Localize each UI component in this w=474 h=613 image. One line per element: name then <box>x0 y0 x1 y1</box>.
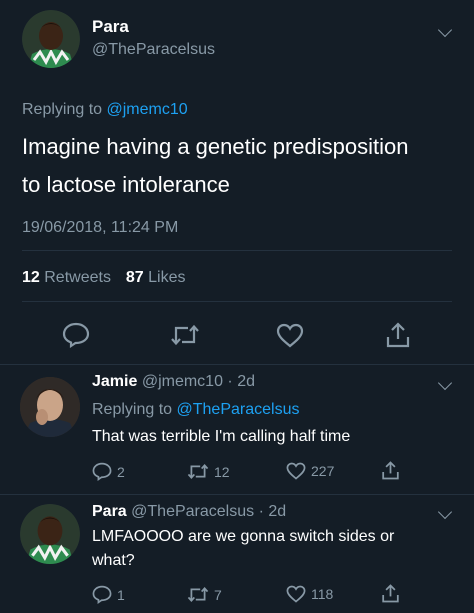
like-icon <box>276 323 304 348</box>
divider <box>22 301 452 302</box>
share-icon <box>386 322 410 348</box>
reply2-text-line-2: what? <box>92 552 135 569</box>
reply1-retweet-count: 12 <box>214 463 230 480</box>
retweet-icon <box>187 586 209 603</box>
reply2-retweet-button[interactable]: 7 <box>187 586 222 603</box>
reply2-reply-button[interactable]: 1 <box>92 585 125 604</box>
likes-label[interactable]: Likes <box>148 269 185 286</box>
reply1-like-count: 227 <box>311 463 335 479</box>
reply2-text-line-1: LMFAOOOO are we gonna switch sides or <box>92 528 395 545</box>
replying-to-handle[interactable]: @jmemc10 <box>107 101 188 118</box>
reply2-like-count: 118 <box>311 586 334 602</box>
share-icon <box>382 584 399 603</box>
chevron-down-icon[interactable] <box>437 375 453 391</box>
retweets-count[interactable]: 12 <box>22 269 40 286</box>
replying-to-label: Replying to <box>22 101 103 118</box>
divider <box>0 494 474 495</box>
share-icon <box>382 461 399 480</box>
replying-to-handle[interactable]: @TheParacelsus <box>177 401 300 418</box>
avatar-para[interactable] <box>20 504 80 564</box>
retweets-label[interactable]: Retweets <box>44 269 111 286</box>
share-button[interactable] <box>385 321 411 354</box>
reply-button[interactable] <box>62 322 90 353</box>
reply1-text: That was terrible I'm calling half time <box>92 428 351 445</box>
replying-to-label: Replying to <box>92 401 173 418</box>
replying-to: Replying to @jmemc10 <box>22 101 188 119</box>
reply1-replying-to: Replying to @TheParacelsus <box>92 401 299 419</box>
like-icon <box>286 462 306 480</box>
avatar-para[interactable] <box>22 10 80 68</box>
reply1-reply-button[interactable]: 2 <box>92 462 125 481</box>
likes-count[interactable]: 87 <box>126 269 144 286</box>
reply-icon <box>92 585 112 604</box>
reply2-retweet-count: 7 <box>214 586 222 603</box>
chevron-down-icon[interactable] <box>437 504 453 520</box>
retweet-icon <box>187 463 209 480</box>
like-button[interactable] <box>276 323 304 353</box>
avatar-image <box>20 377 80 437</box>
reply2-like-button[interactable]: 118 <box>286 585 333 603</box>
reply1-retweet-button[interactable]: 12 <box>187 463 230 480</box>
reply1-like-button[interactable]: 227 <box>286 462 334 480</box>
divider <box>0 364 474 365</box>
reply1-header: Jamie @jmemc10 · 2d <box>92 373 255 391</box>
tweet-timestamp[interactable]: 19/06/2018, 11:24 PM <box>22 219 178 237</box>
like-icon <box>286 585 306 603</box>
reply2-header: Para @TheParacelsus · 2d <box>92 503 286 521</box>
avatar-jamie[interactable] <box>20 377 80 437</box>
reply2-share-button[interactable] <box>381 583 400 604</box>
avatar-image <box>22 10 80 68</box>
divider <box>22 250 452 251</box>
reply1-handle-time[interactable]: @jmemc10 · 2d <box>142 373 255 390</box>
tweet-text-line-2: to lactose intolerance <box>22 172 230 197</box>
avatar-image <box>20 504 80 564</box>
tweet-text-line-1: Imagine having a genetic predisposition <box>22 134 409 159</box>
reply2-author-name[interactable]: Para <box>92 503 127 520</box>
retweet-button[interactable] <box>170 324 200 351</box>
tweet-author-handle[interactable]: @TheParacelsus <box>92 41 215 59</box>
reply1-share-button[interactable] <box>381 460 400 481</box>
tweet-author-name[interactable]: Para <box>92 17 129 37</box>
reply2-handle-time[interactable]: @TheParacelsus · 2d <box>131 503 286 520</box>
reply-icon <box>62 322 90 349</box>
reply1-reply-count: 2 <box>117 463 125 480</box>
reply1-author-name[interactable]: Jamie <box>92 373 137 390</box>
reply-icon <box>92 462 112 481</box>
chevron-down-icon[interactable] <box>437 22 453 38</box>
reply2-reply-count: 1 <box>117 586 125 603</box>
retweet-icon <box>171 324 199 346</box>
tweet-stats: 12 Retweets 87 Likes <box>22 269 185 287</box>
